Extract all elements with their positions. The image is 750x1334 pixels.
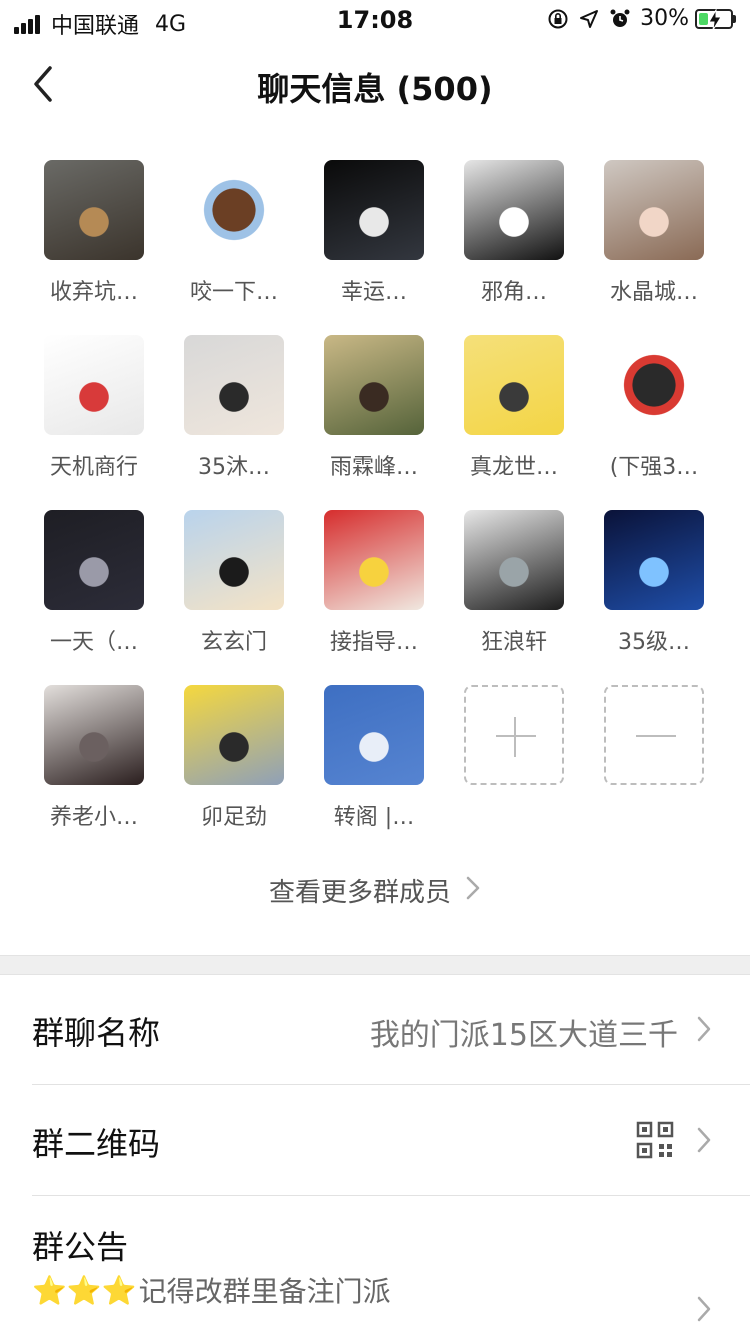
member-item[interactable]: 邪角… [444, 160, 584, 306]
status-bar: 中国联通 4G 17:08 30% [0, 0, 750, 40]
status-right: 30% [547, 6, 736, 31]
member-name: 幸运… [340, 280, 407, 305]
avatar [324, 160, 424, 260]
member-item[interactable]: 幸运… [304, 160, 444, 306]
avatar [324, 335, 424, 435]
avatar [184, 685, 284, 785]
member-item[interactable]: 玄玄门 [164, 510, 304, 656]
avatar [464, 160, 564, 260]
member-item[interactable]: 卯足劲 [164, 685, 304, 831]
member-name: 咬一下… [189, 280, 278, 305]
member-name: 雨霖峰… [329, 455, 418, 480]
member-name: 接指导… [329, 630, 418, 655]
group-qr-row[interactable]: 群二维码 [0, 1085, 750, 1195]
member-item[interactable]: 雨霖峰… [304, 335, 444, 481]
qr-code-icon [636, 1121, 674, 1159]
avatar [44, 335, 144, 435]
rotation-lock-icon [547, 8, 569, 30]
avatar [604, 510, 704, 610]
member-item[interactable]: 天机商行 [24, 335, 164, 481]
member-name: 水晶城… [609, 280, 698, 305]
avatar [604, 335, 704, 435]
avatar [184, 335, 284, 435]
group-qr-label: 群二维码 [32, 1125, 161, 1163]
member-item[interactable]: 一天（… [24, 510, 164, 656]
view-more-members-label: 查看更多群成员 [268, 878, 451, 908]
member-item[interactable]: 转阁 |… [304, 685, 444, 831]
avatar [324, 685, 424, 785]
member-item[interactable]: (下强3… [584, 335, 724, 481]
group-announcement-row[interactable]: 群公告 [0, 1196, 750, 1334]
member-name: 养老小… [49, 805, 138, 830]
avatar [184, 510, 284, 610]
member-item[interactable]: 35沐… [164, 335, 304, 481]
member-name: 真龙世… [469, 455, 558, 480]
member-name: (下强3… [609, 455, 699, 480]
avatar [44, 510, 144, 610]
location-arrow-icon [578, 8, 600, 30]
member-name: 玄玄门 [200, 630, 267, 655]
member-item[interactable]: 养老小… [24, 685, 164, 831]
member-name: 转阁 |… [333, 805, 415, 830]
battery-percent: 30% [640, 6, 689, 31]
member-item[interactable]: 水晶城… [584, 160, 724, 306]
avatar [464, 335, 564, 435]
member-name: 35级… [618, 630, 690, 655]
group-announcement-label: 群公告 [32, 1228, 129, 1266]
page-title: 聊天信息 (500) [257, 70, 493, 108]
member-name: 卯足劲 [200, 805, 267, 830]
avatar [324, 510, 424, 610]
member-name: 一天（… [49, 630, 138, 655]
avatar [464, 510, 564, 610]
add-member-button[interactable] [444, 685, 584, 785]
member-item[interactable]: 真龙世… [444, 335, 584, 481]
nav-bar: 聊天信息 (500) [0, 40, 750, 130]
member-item[interactable]: 接指导… [304, 510, 444, 656]
announcement-preview: ⭐⭐⭐ 记得改群里备注门派 [32, 1270, 391, 1310]
member-name: 邪角… [480, 280, 547, 305]
member-item[interactable]: 咬一下… [164, 160, 304, 306]
member-name: 天机商行 [49, 455, 138, 480]
battery-icon [695, 8, 736, 30]
member-name: 狂浪轩 [480, 630, 547, 655]
avatar [44, 685, 144, 785]
member-item[interactable]: 狂浪轩 [444, 510, 584, 656]
group-name-label: 群聊名称 [32, 1014, 161, 1052]
avatar [604, 160, 704, 260]
member-item[interactable]: 收弃坑… [24, 160, 164, 306]
star-icons: ⭐⭐⭐ [32, 1273, 137, 1307]
chevron-right-icon [465, 875, 481, 908]
group-name-row[interactable]: 群聊名称 我的门派15区大道三千 [0, 976, 750, 1084]
avatar [44, 160, 144, 260]
announcement-text: 记得改群里备注门派 [138, 1275, 391, 1308]
section-separator [0, 955, 750, 975]
avatar [184, 160, 284, 260]
remove-member-button[interactable] [584, 685, 724, 785]
member-name: 35沐… [198, 455, 270, 480]
member-name: 收弃坑… [49, 280, 138, 305]
chevron-right-icon [697, 1127, 711, 1153]
plus-icon [464, 685, 564, 785]
chevron-right-icon [697, 1296, 711, 1322]
member-item[interactable]: 35级… [584, 510, 724, 656]
chevron-right-icon [697, 1016, 711, 1042]
group-name-value: 我的门派15区大道三千 [369, 1018, 678, 1053]
minus-icon [604, 685, 704, 785]
alarm-clock-icon [609, 8, 631, 30]
view-more-members-button[interactable]: 查看更多群成员 [0, 872, 750, 909]
